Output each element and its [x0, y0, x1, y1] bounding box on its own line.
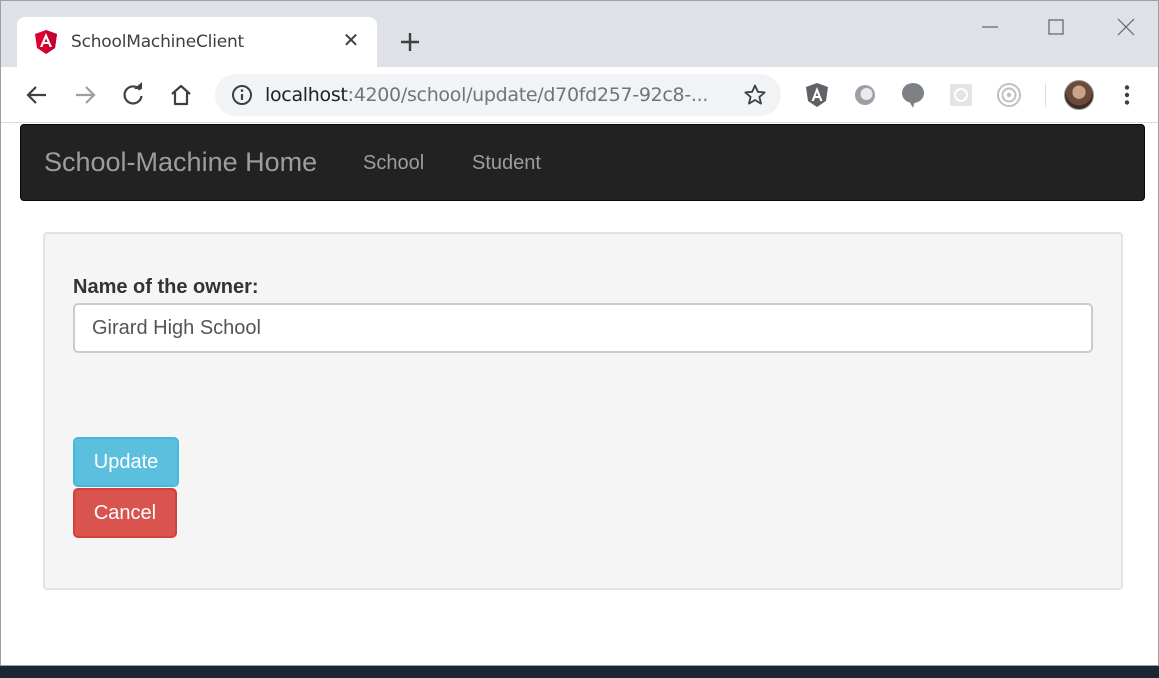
chat-bubble-icon[interactable]: [899, 81, 927, 109]
home-icon[interactable]: [167, 81, 195, 109]
address-bar[interactable]: localhost:4200/school/update/d70fd257-92…: [215, 74, 781, 116]
angular-icon: [35, 30, 57, 54]
more-vertical-icon[interactable]: [1115, 83, 1139, 107]
tab-strip: SchoolMachineClient ✕: [1, 1, 1158, 67]
owner-name-label: Name of the owner:: [73, 276, 259, 298]
maximize-icon[interactable]: [1041, 13, 1071, 41]
avatar[interactable]: [1064, 80, 1094, 110]
bookmark-star-icon[interactable]: [743, 83, 767, 107]
plus-icon[interactable]: [397, 29, 423, 55]
angular-icon[interactable]: [803, 81, 831, 109]
nav-link-school[interactable]: School: [363, 152, 424, 175]
url-host: localhost: [265, 84, 348, 106]
browser-tab[interactable]: SchoolMachineClient ✕: [17, 17, 377, 67]
page-content: School-Machine Home School Student Name …: [1, 124, 1158, 665]
extension-icon[interactable]: [947, 81, 975, 109]
extension-icon[interactable]: [851, 81, 879, 109]
back-icon[interactable]: [23, 81, 51, 109]
forward-icon[interactable]: [71, 81, 99, 109]
desktop-background: [0, 666, 1159, 678]
close-icon[interactable]: [1111, 13, 1141, 41]
browser-window: SchoolMachineClient ✕ localhost:4200/sch…: [0, 0, 1159, 666]
top-navbar: School-Machine Home School Student: [20, 124, 1145, 201]
url-text: localhost:4200/school/update/d70fd257-92…: [265, 84, 708, 106]
update-form-panel: Name of the owner: Update Cancel: [43, 232, 1123, 590]
minimize-icon[interactable]: [975, 13, 1005, 41]
navbar-brand[interactable]: School-Machine Home: [44, 147, 317, 178]
reload-icon[interactable]: [119, 81, 147, 109]
info-icon[interactable]: [231, 84, 253, 106]
tab-title: SchoolMachineClient: [71, 32, 245, 52]
nav-link-student[interactable]: Student: [472, 152, 541, 175]
update-button[interactable]: Update: [73, 437, 179, 487]
url-path: :4200/school/update/d70fd257-92c8-...: [347, 84, 709, 106]
cancel-button[interactable]: Cancel: [73, 488, 177, 538]
owner-name-input[interactable]: [73, 303, 1093, 353]
browser-toolbar: localhost:4200/school/update/d70fd257-92…: [1, 67, 1158, 123]
target-icon[interactable]: [995, 81, 1023, 109]
toolbar-divider: [1045, 83, 1046, 107]
tab-close-icon[interactable]: ✕: [341, 31, 361, 51]
